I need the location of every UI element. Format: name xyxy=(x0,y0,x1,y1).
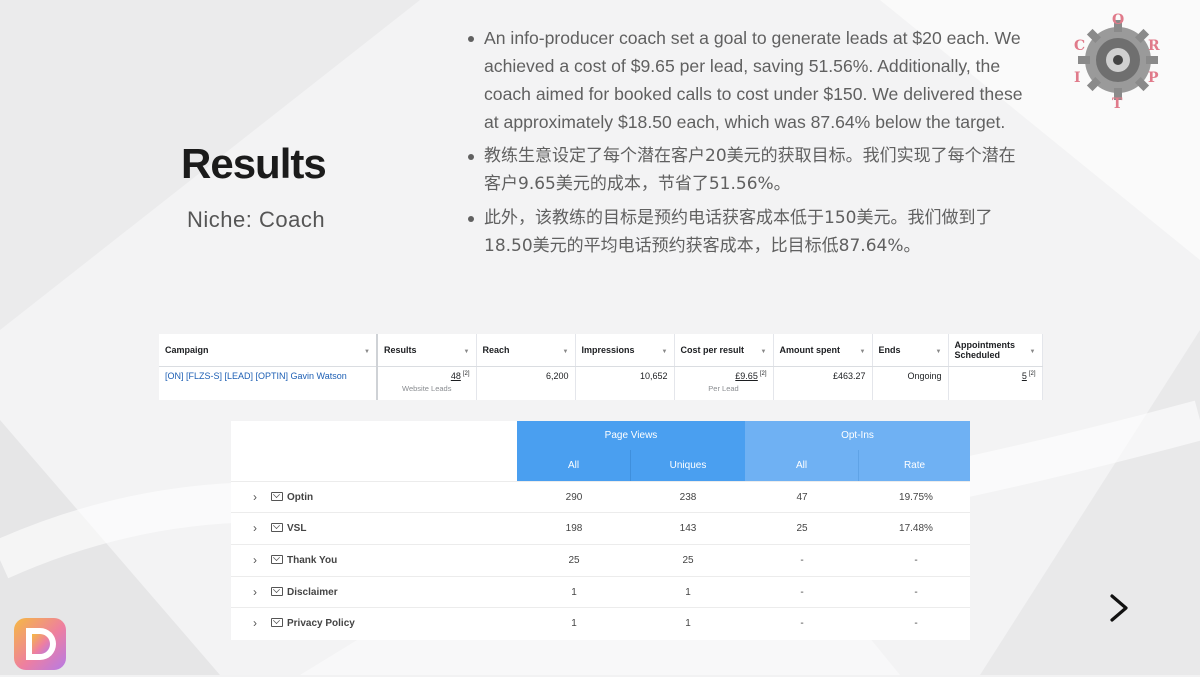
mail-icon xyxy=(271,618,283,627)
optins-rate-value: - xyxy=(914,618,918,629)
ends-value: Ongoing xyxy=(907,371,942,381)
sort-caret-icon[interactable]: ▼ xyxy=(860,347,866,357)
gear-logo-icon: O R P T I C xyxy=(1068,10,1168,112)
views-uniques-value: 238 xyxy=(679,492,697,503)
optins-all-value: 47 xyxy=(796,492,808,503)
optins-all-value: - xyxy=(800,587,804,598)
chevron-right-icon[interactable]: › xyxy=(253,482,257,513)
column-header-appointments[interactable]: Appointments Scheduled ▼ xyxy=(948,334,1043,367)
mail-icon xyxy=(271,555,283,564)
optins-all-value: - xyxy=(800,555,804,566)
cost-per-result-value[interactable]: £9.65 xyxy=(735,371,758,381)
optins-rate-value: 17.48% xyxy=(899,523,933,534)
optins-rate-value: 19.75% xyxy=(899,492,933,503)
bullet-text: An info-producer coach set a goal to gen… xyxy=(484,28,1023,132)
funnel-row[interactable]: › VSL 198 143 25 17.48% xyxy=(231,512,970,544)
sort-caret-icon[interactable]: ▼ xyxy=(761,347,767,357)
column-header-results[interactable]: Results ▼ xyxy=(377,334,477,367)
bullet-chinese-1: 教练生意设定了每个潜在客户20美元的获取目标。我们实现了每个潜在客户9.65美元… xyxy=(466,142,1026,198)
optins-all-value: - xyxy=(800,618,804,629)
sub-header-optins-all[interactable]: All xyxy=(745,450,859,481)
sub-header-views-uniques[interactable]: Uniques xyxy=(631,450,745,481)
bullet-dot-icon xyxy=(468,154,474,160)
funnel-row[interactable]: › Privacy Policy 1 1 - - xyxy=(231,607,970,639)
funnel-step-name: Disclaimer xyxy=(287,587,338,598)
column-header-impressions[interactable]: Impressions ▼ xyxy=(575,334,675,367)
ads-table-header: Campaign ▼ Results ▼ Reach ▼ Impressions ▼ C… xyxy=(159,334,1043,367)
ads-campaign-table: Campaign ▼ Results ▼ Reach ▼ Impressions ▼ C… xyxy=(159,334,1043,400)
views-all-value: 290 xyxy=(565,492,583,503)
logo-letter: C xyxy=(1074,38,1085,54)
funnel-row[interactable]: › Thank You 25 25 - - xyxy=(231,544,970,576)
impressions-value: 10,652 xyxy=(639,371,668,381)
campaign-link[interactable]: [ON] [FLZS-S] [LEAD] [OPTIN] Gavin Watso… xyxy=(165,371,347,381)
amount-spent-value: £463.27 xyxy=(832,371,866,381)
bullet-text: 此外，该教练的目标是预约电话获客成本低于150美元。我们做到了18.50美元的平… xyxy=(484,208,993,256)
mail-icon xyxy=(271,523,283,532)
views-uniques-value: 143 xyxy=(679,523,697,534)
chevron-right-icon[interactable]: › xyxy=(253,545,257,576)
sort-caret-icon[interactable]: ▼ xyxy=(563,347,569,357)
sort-caret-icon[interactable]: ▼ xyxy=(662,347,668,357)
group-header-page-views: Page Views xyxy=(517,421,745,450)
optins-rate-value: - xyxy=(914,555,918,566)
views-uniques-value: 1 xyxy=(685,587,691,598)
mail-icon xyxy=(271,492,283,501)
sort-caret-icon[interactable]: ▼ xyxy=(1030,347,1036,357)
optins-all-value: 25 xyxy=(796,523,808,534)
views-all-value: 25 xyxy=(568,555,580,566)
funnel-step-name: Thank You xyxy=(287,555,338,566)
bullet-chinese-2: 此外，该教练的目标是预约电话获客成本低于150美元。我们做到了18.50美元的平… xyxy=(466,204,1026,260)
bullet-text: 教练生意设定了每个潜在客户20美元的获取目标。我们实现了每个潜在客户9.65美元… xyxy=(484,146,1016,194)
chevron-right-icon[interactable]: › xyxy=(253,513,257,544)
logo-letter: I xyxy=(1074,70,1081,86)
sort-caret-icon[interactable]: ▼ xyxy=(364,347,370,357)
appointments-value[interactable]: 5 xyxy=(1022,371,1027,381)
funnel-row[interactable]: › Optin 290 238 47 19.75% xyxy=(231,481,970,513)
logo-letter: T xyxy=(1112,96,1123,110)
funnel-step-name: Optin xyxy=(287,492,314,503)
views-all-value: 1 xyxy=(571,587,577,598)
column-header-ends[interactable]: Ends ▼ xyxy=(872,334,949,367)
column-header-amount-spent[interactable]: Amount spent ▼ xyxy=(773,334,873,367)
views-uniques-value: 1 xyxy=(685,618,691,629)
group-header-opt-ins: Opt-Ins xyxy=(745,421,970,450)
cost-per-result-type: Per Lead xyxy=(708,384,739,393)
sort-caret-icon[interactable]: ▼ xyxy=(464,347,470,357)
niche-subtitle: Niche: Coach xyxy=(187,207,326,232)
slide-title: Results xyxy=(181,140,327,187)
chevron-right-icon[interactable]: › xyxy=(253,608,257,639)
views-all-value: 1 xyxy=(571,618,577,629)
results-value[interactable]: 48 xyxy=(451,371,461,381)
results-bullet-list: An info-producer coach set a goal to gen… xyxy=(466,24,1026,266)
mail-icon xyxy=(271,587,283,596)
reach-value: 6,200 xyxy=(545,371,569,381)
funnel-stats-table: Page Views Opt-Ins All Uniques All Rate … xyxy=(231,421,970,640)
ads-table-row: [ON] [FLZS-S] [LEAD] [OPTIN] Gavin Watso… xyxy=(159,366,1043,400)
brand-logo-icon xyxy=(12,616,68,672)
sub-header-views-all[interactable]: All xyxy=(517,450,631,481)
column-header-campaign[interactable]: Campaign ▼ xyxy=(159,334,378,367)
results-type: Website Leads xyxy=(402,384,452,393)
bullet-english: An info-producer coach set a goal to gen… xyxy=(466,24,1026,136)
chevron-right-icon[interactable] xyxy=(1104,588,1134,628)
logo-letter: R xyxy=(1148,38,1160,54)
column-header-reach[interactable]: Reach ▼ xyxy=(476,334,576,367)
optins-rate-value: - xyxy=(914,587,918,598)
bullet-dot-icon xyxy=(468,36,474,42)
funnel-step-name: Privacy Policy xyxy=(287,618,355,629)
sub-header-optins-rate[interactable]: Rate xyxy=(859,450,970,481)
chevron-right-icon[interactable]: › xyxy=(253,577,257,608)
bullet-dot-icon xyxy=(468,216,474,222)
sort-caret-icon[interactable]: ▼ xyxy=(936,347,942,357)
views-all-value: 198 xyxy=(565,523,583,534)
funnel-row[interactable]: › Disclaimer 1 1 - - xyxy=(231,576,970,608)
funnel-step-name: VSL xyxy=(287,523,307,534)
logo-letter: P xyxy=(1148,70,1159,86)
column-header-cost-per-result[interactable]: Cost per result ▼ xyxy=(674,334,774,367)
next-slide-button[interactable] xyxy=(1104,588,1134,628)
logo-letter: O xyxy=(1112,12,1124,28)
views-uniques-value: 25 xyxy=(682,555,694,566)
